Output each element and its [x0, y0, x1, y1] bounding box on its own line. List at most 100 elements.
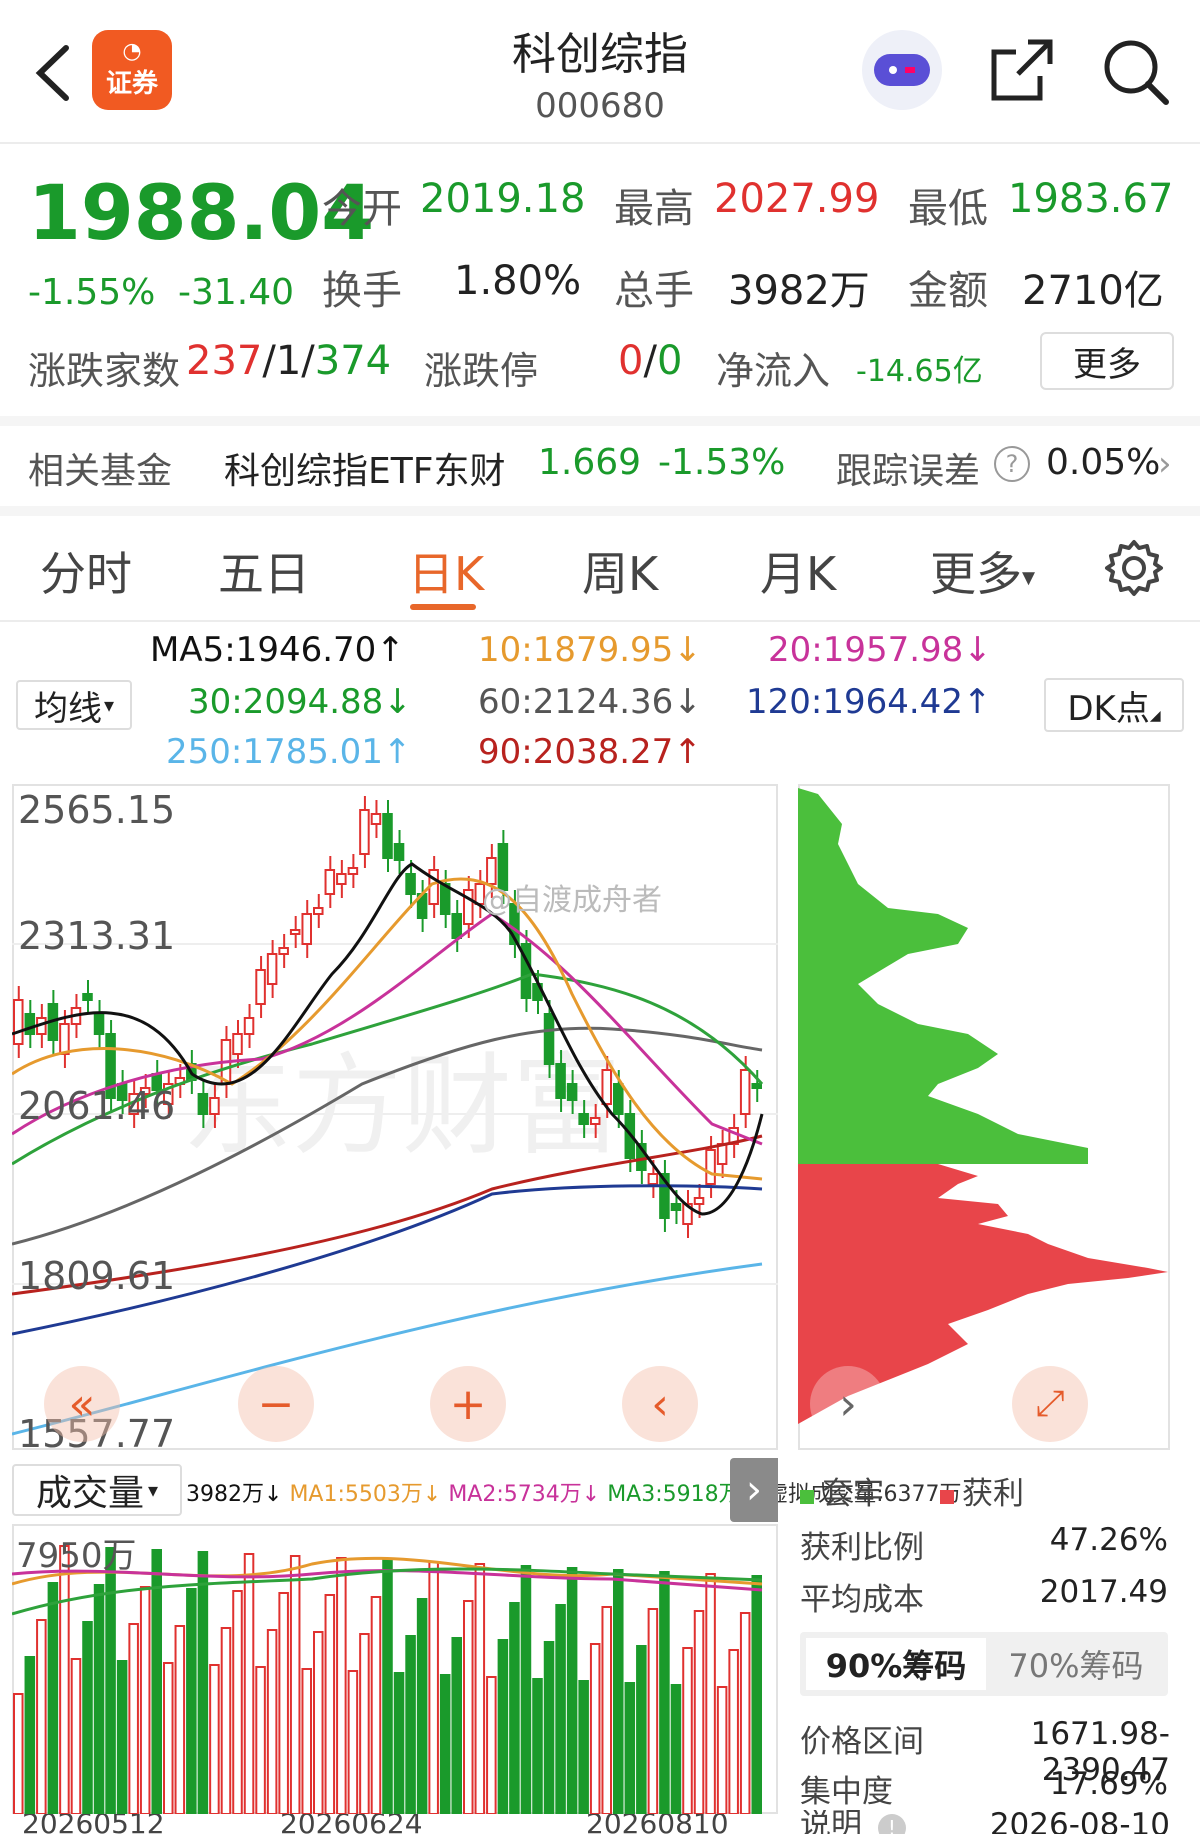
plus-icon: + [449, 1378, 487, 1430]
volume-bar [59, 1545, 70, 1814]
volume-bar [163, 1662, 174, 1814]
watermark-author: @自渡成舟者 [482, 883, 662, 918]
turnover-value: 1.80% [454, 258, 582, 304]
tabs-divider [0, 620, 1200, 622]
note-row: 说明 ! 2026-08-10 [800, 1810, 1170, 1834]
tab-more[interactable]: 更多▾ [930, 538, 1035, 604]
ma30-readout: 30:2094.88↓ [188, 682, 412, 722]
volume-bar [497, 1639, 509, 1814]
candle-body [647, 1173, 659, 1185]
back-button[interactable] [28, 38, 78, 108]
candle-body [13, 999, 24, 1045]
step-back-button[interactable]: ‹ [622, 1366, 698, 1442]
candle-body [232, 1033, 243, 1055]
related-fund-label: 相关基金 [28, 451, 173, 492]
legend-trapped-swatch [800, 1490, 814, 1504]
candle-body [716, 1143, 728, 1165]
volume-bar [220, 1627, 232, 1814]
advance-count: 237 [186, 338, 263, 384]
tab-five-day[interactable]: 五日 [218, 538, 310, 604]
zoom-in-button[interactable]: + [430, 1366, 506, 1442]
advance-decline-label: 涨跌家数 [28, 349, 181, 393]
rewind-button[interactable]: « [44, 1366, 120, 1442]
candle-body [197, 1093, 209, 1115]
expand-arrows-icon: ⤢ [1035, 1383, 1065, 1424]
volume-bar [313, 1631, 324, 1814]
volume-bar [601, 1606, 613, 1814]
candle-body [255, 969, 266, 1005]
brand-badge-text: 证券 [105, 68, 158, 99]
tab-weekly-k[interactable]: 周K [582, 538, 658, 604]
volume-bar [682, 1647, 693, 1814]
expand-button[interactable]: ⤢ [1012, 1366, 1088, 1442]
volume-axis-top: 7950万 [16, 1536, 137, 1576]
volume-bar [289, 1555, 301, 1814]
concentration-value: 17.69% [1049, 1766, 1168, 1802]
legend-profit: 获利 [940, 1468, 1024, 1513]
help-icon[interactable]: ? [994, 446, 1030, 482]
volume-indicator-selector[interactable]: 成交量 ▾ [12, 1464, 182, 1516]
step-forward-button[interactable]: › [810, 1366, 886, 1442]
assistant-robot-icon[interactable] [862, 30, 942, 110]
limit-up-count: 0 [618, 338, 644, 384]
candle-body [24, 1013, 36, 1035]
candle-body [336, 873, 347, 885]
zoom-out-button[interactable]: − [238, 1366, 314, 1442]
volume-bar [370, 1596, 382, 1814]
volume-next-button[interactable]: › [730, 1458, 778, 1522]
volume-bar [474, 1563, 486, 1814]
volume-bar [739, 1612, 751, 1814]
volume-bar [359, 1633, 370, 1814]
share-icon[interactable] [988, 36, 1056, 104]
chip-tab-90[interactable]: 90%筹码 [806, 1638, 986, 1690]
flat-count: 1 [275, 338, 302, 384]
candle-body [82, 993, 93, 1001]
volume-bar [301, 1668, 313, 1814]
chevron-right-icon: › [746, 1467, 762, 1513]
chevron-right-icon[interactable]: › [1158, 444, 1172, 484]
volume-bar [509, 1602, 520, 1814]
settings-gear-icon[interactable] [1104, 538, 1164, 598]
volume-bar [555, 1604, 566, 1814]
candle-body [324, 869, 336, 895]
candle-body [693, 1197, 705, 1205]
page-title: 科创综指 [512, 29, 688, 80]
note-help-icon[interactable]: ! [877, 1814, 906, 1834]
active-tab-underline [410, 604, 476, 610]
volume-bar [416, 1598, 428, 1814]
candle-body [243, 1017, 255, 1035]
volume-bar [347, 1670, 359, 1814]
search-icon[interactable] [1100, 36, 1170, 106]
tab-intraday[interactable]: 分时 [40, 538, 132, 604]
tab-monthly-k[interactable]: 月K [760, 538, 836, 604]
dk-point-button[interactable]: DK点 ◢ [1044, 678, 1184, 732]
low-value: 1983.67 [1008, 176, 1174, 222]
fund-name[interactable]: 科创综指ETF东财 [224, 442, 505, 494]
tab-daily-k[interactable]: 日K [408, 538, 484, 604]
limit-values: 0/0 [618, 338, 682, 384]
chevron-left-icon: ‹ [651, 1378, 669, 1430]
volume-bar [393, 1672, 405, 1814]
low-label: 最低 [908, 186, 988, 232]
volume-bar [24, 1656, 36, 1814]
ma-selector[interactable]: 均线 ▾ [16, 680, 132, 730]
volume-ma1: MA1:5503万↓ [289, 1482, 442, 1507]
volume-bar [243, 1553, 255, 1814]
candle-body [589, 1117, 601, 1125]
volume-bar [428, 1561, 439, 1814]
more-quote-button[interactable]: 更多 [1040, 332, 1174, 390]
candle-body [751, 1083, 763, 1089]
header-divider [0, 142, 1200, 144]
candle-body [289, 929, 301, 935]
volume-bar [636, 1645, 647, 1814]
candle-body [382, 813, 393, 859]
volume-bar [624, 1682, 636, 1814]
volume-bar [532, 1678, 543, 1814]
avg-cost-value: 2017.49 [1039, 1574, 1168, 1610]
ma90-readout: 90:2038.27↑ [478, 732, 702, 772]
volume-bar [197, 1551, 209, 1814]
volume-bar [116, 1660, 128, 1814]
chip-tab-70[interactable]: 70%筹码 [986, 1638, 1166, 1690]
candle-body [266, 953, 278, 985]
corner-triangle-icon: ◢ [1149, 708, 1161, 724]
